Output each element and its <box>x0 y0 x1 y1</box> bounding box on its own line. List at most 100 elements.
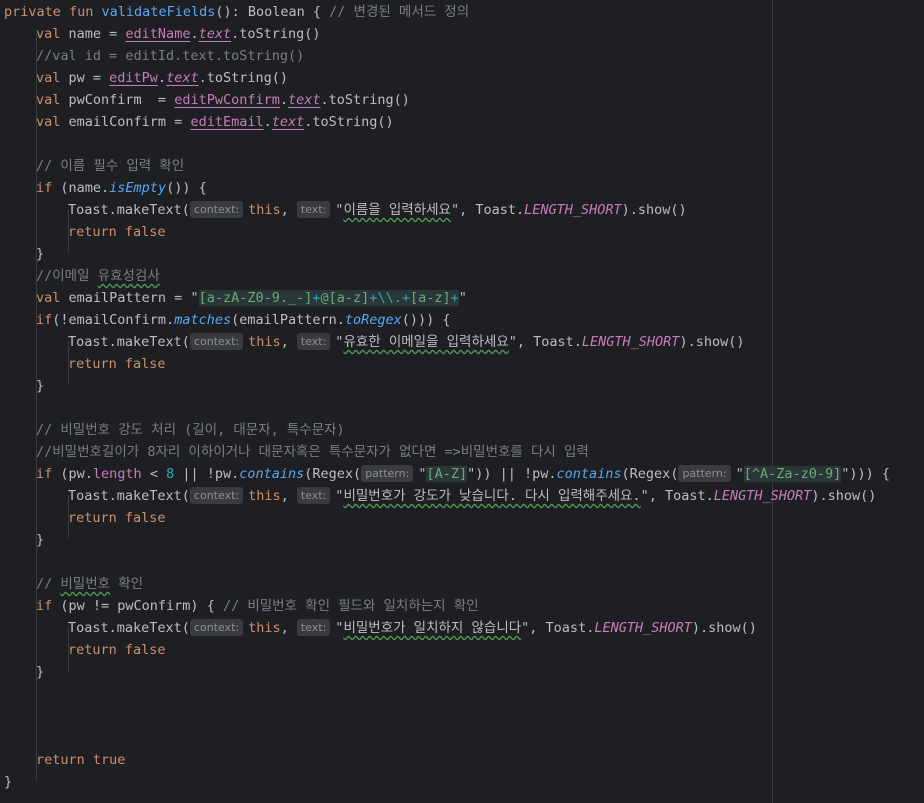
code-token: , Toast. <box>516 334 582 350</box>
code-line[interactable]: private fun validateFields(): Boolean { … <box>4 1 469 23</box>
code-line[interactable]: return false <box>68 353 166 375</box>
code-token: this <box>248 488 281 504</box>
code-token: emailPattern = <box>68 290 191 306</box>
code-token: , Toast. <box>648 488 714 504</box>
code-line[interactable]: val name = editName.text.toString() <box>36 23 321 45</box>
code-token: " <box>190 290 199 306</box>
code-line[interactable]: } <box>36 375 44 397</box>
parameter-hint: pattern: <box>361 465 414 482</box>
code-token: 이름을 입력하세요 <box>343 202 451 218</box>
code-line[interactable]: if (pw.length < 8 || !pw.contains(Regex(… <box>36 463 890 485</box>
code-line[interactable]: } <box>4 771 12 793</box>
right-margin-guide <box>772 0 773 803</box>
code-line[interactable]: //비밀번호길이가 8자리 이하이거나 대문자혹은 특수문자가 없다면 =>비밀… <box>36 441 589 463</box>
code-line[interactable]: // 비밀번호 확인 <box>36 573 143 595</box>
code-token: )) || !pw. <box>475 466 557 482</box>
code-token: editPw <box>109 70 158 86</box>
code-token: @ <box>320 290 329 306</box>
code-line[interactable]: } <box>36 529 44 551</box>
code-token: , <box>280 620 297 636</box>
code-token: . <box>157 70 167 86</box>
code-line[interactable]: Toast.makeText(context: this, text: "이름을 입… <box>68 199 687 221</box>
code-token: val <box>36 26 69 42</box>
code-line[interactable]: Toast.makeText(context: this, text: "비밀번호가… <box>68 617 757 639</box>
code-token: } <box>36 378 45 394</box>
code-token: + <box>401 290 410 306</box>
code-token: 유효한 이메일을 입력하세요 <box>343 334 509 350</box>
code-token: // 비밀번호 강도 처리 (길이, 대문자, 특수문자) <box>36 422 345 438</box>
parameter-hint: text: <box>296 333 331 350</box>
code-line[interactable]: if(!emailConfirm.matches(emailPattern.to… <box>36 309 451 331</box>
code-line[interactable]: return true <box>36 749 125 771</box>
code-token: return false <box>68 356 166 372</box>
code-token: . <box>263 114 272 130</box>
code-token: LENGTH_SHORT <box>713 488 812 504</box>
code-token: .toString() <box>320 92 410 108</box>
code-token: (emailPattern. <box>231 312 345 328</box>
code-token: contains <box>239 466 305 482</box>
code-token: 8 <box>166 466 175 482</box>
code-token: Toast.makeText( <box>68 620 190 636</box>
code-line[interactable]: } <box>36 243 44 265</box>
code-token: ))) { <box>849 466 891 482</box>
code-token: matches <box>174 312 232 328</box>
code-token: 비밀번호가 일치하지 않습니다 <box>343 620 522 636</box>
code-token: LENGTH_SHORT <box>524 202 622 218</box>
code-token: " <box>735 466 744 482</box>
code-token: text <box>198 26 232 42</box>
parameter-hint: context: <box>189 487 244 504</box>
code-token: if <box>36 598 61 614</box>
code-token: . <box>279 92 288 108</box>
code-line[interactable]: if (pw != pwConfirm) { // 비밀번호 확인 필드와 일치… <box>36 595 479 617</box>
code-line[interactable]: Toast.makeText(context: this, text: "유효한 이… <box>68 331 744 353</box>
code-token: LENGTH_SHORT <box>594 620 692 636</box>
code-token: } <box>36 246 45 262</box>
code-line[interactable]: if (name.isEmpty()) { <box>36 177 207 199</box>
code-token: , <box>280 334 297 350</box>
code-token: text <box>288 92 321 108</box>
code-token: Toast.makeText( <box>68 202 190 218</box>
code-token: editPwConfirm <box>174 92 280 108</box>
code-token: validateFields <box>101 4 216 20</box>
code-token: val <box>36 70 69 86</box>
code-token: .toString() <box>304 114 394 130</box>
code-token: " <box>467 466 476 482</box>
code-token: pwConfirm = <box>68 92 175 108</box>
code-token: this <box>248 202 281 218</box>
code-token: emailConfirm = <box>68 114 191 130</box>
code-line[interactable]: // 비밀번호 강도 처리 (길이, 대문자, 특수문자) <box>36 419 345 441</box>
code-line[interactable]: return false <box>68 507 166 529</box>
code-token: if <box>36 312 53 328</box>
code-token: ).show() <box>811 488 877 504</box>
code-editor[interactable]: private fun validateFields(): Boolean { … <box>0 0 924 803</box>
code-line[interactable]: } <box>36 661 44 683</box>
code-line[interactable]: //val id = editId.text.toString() <box>36 45 304 67</box>
code-token: editEmail <box>190 114 264 130</box>
code-token: " <box>458 290 467 306</box>
code-token: ).show() <box>621 202 687 218</box>
code-token: " <box>450 202 460 218</box>
code-token: // 이름 필수 입력 확인 <box>36 158 185 174</box>
code-token: Toast.makeText( <box>68 488 190 504</box>
code-token: [a-z] <box>409 290 451 306</box>
code-line[interactable]: // 이름 필수 입력 확인 <box>36 155 184 177</box>
code-line[interactable]: //이메일 유효성검사 <box>36 265 160 287</box>
code-line[interactable]: val emailPattern = "[a-zA-Z0-9._-]+@[a-z… <box>36 287 467 309</box>
code-token: isEmpty <box>109 180 167 196</box>
parameter-hint: context: <box>189 619 244 636</box>
code-token: (): Boolean { <box>215 4 330 20</box>
code-token: " <box>508 334 517 350</box>
code-line[interactable]: Toast.makeText(context: this, text: "비밀번호가… <box>68 485 876 507</box>
code-line[interactable]: return false <box>68 639 166 661</box>
code-line[interactable]: val pw = editPw.text.toString() <box>36 67 288 89</box>
code-token: LENGTH_SHORT <box>581 334 680 350</box>
code-token: < <box>141 466 167 482</box>
code-line[interactable]: val pwConfirm = editPwConfirm.text.toStr… <box>36 89 410 111</box>
code-line[interactable]: return false <box>68 221 166 243</box>
code-token: , Toast. <box>459 202 525 218</box>
code-line[interactable]: val emailConfirm = editEmail.text.toStri… <box>36 111 394 133</box>
code-token: this <box>248 334 281 350</box>
code-token: } <box>4 774 13 790</box>
code-token: Toast.makeText( <box>68 334 190 350</box>
code-token: + <box>312 290 321 306</box>
